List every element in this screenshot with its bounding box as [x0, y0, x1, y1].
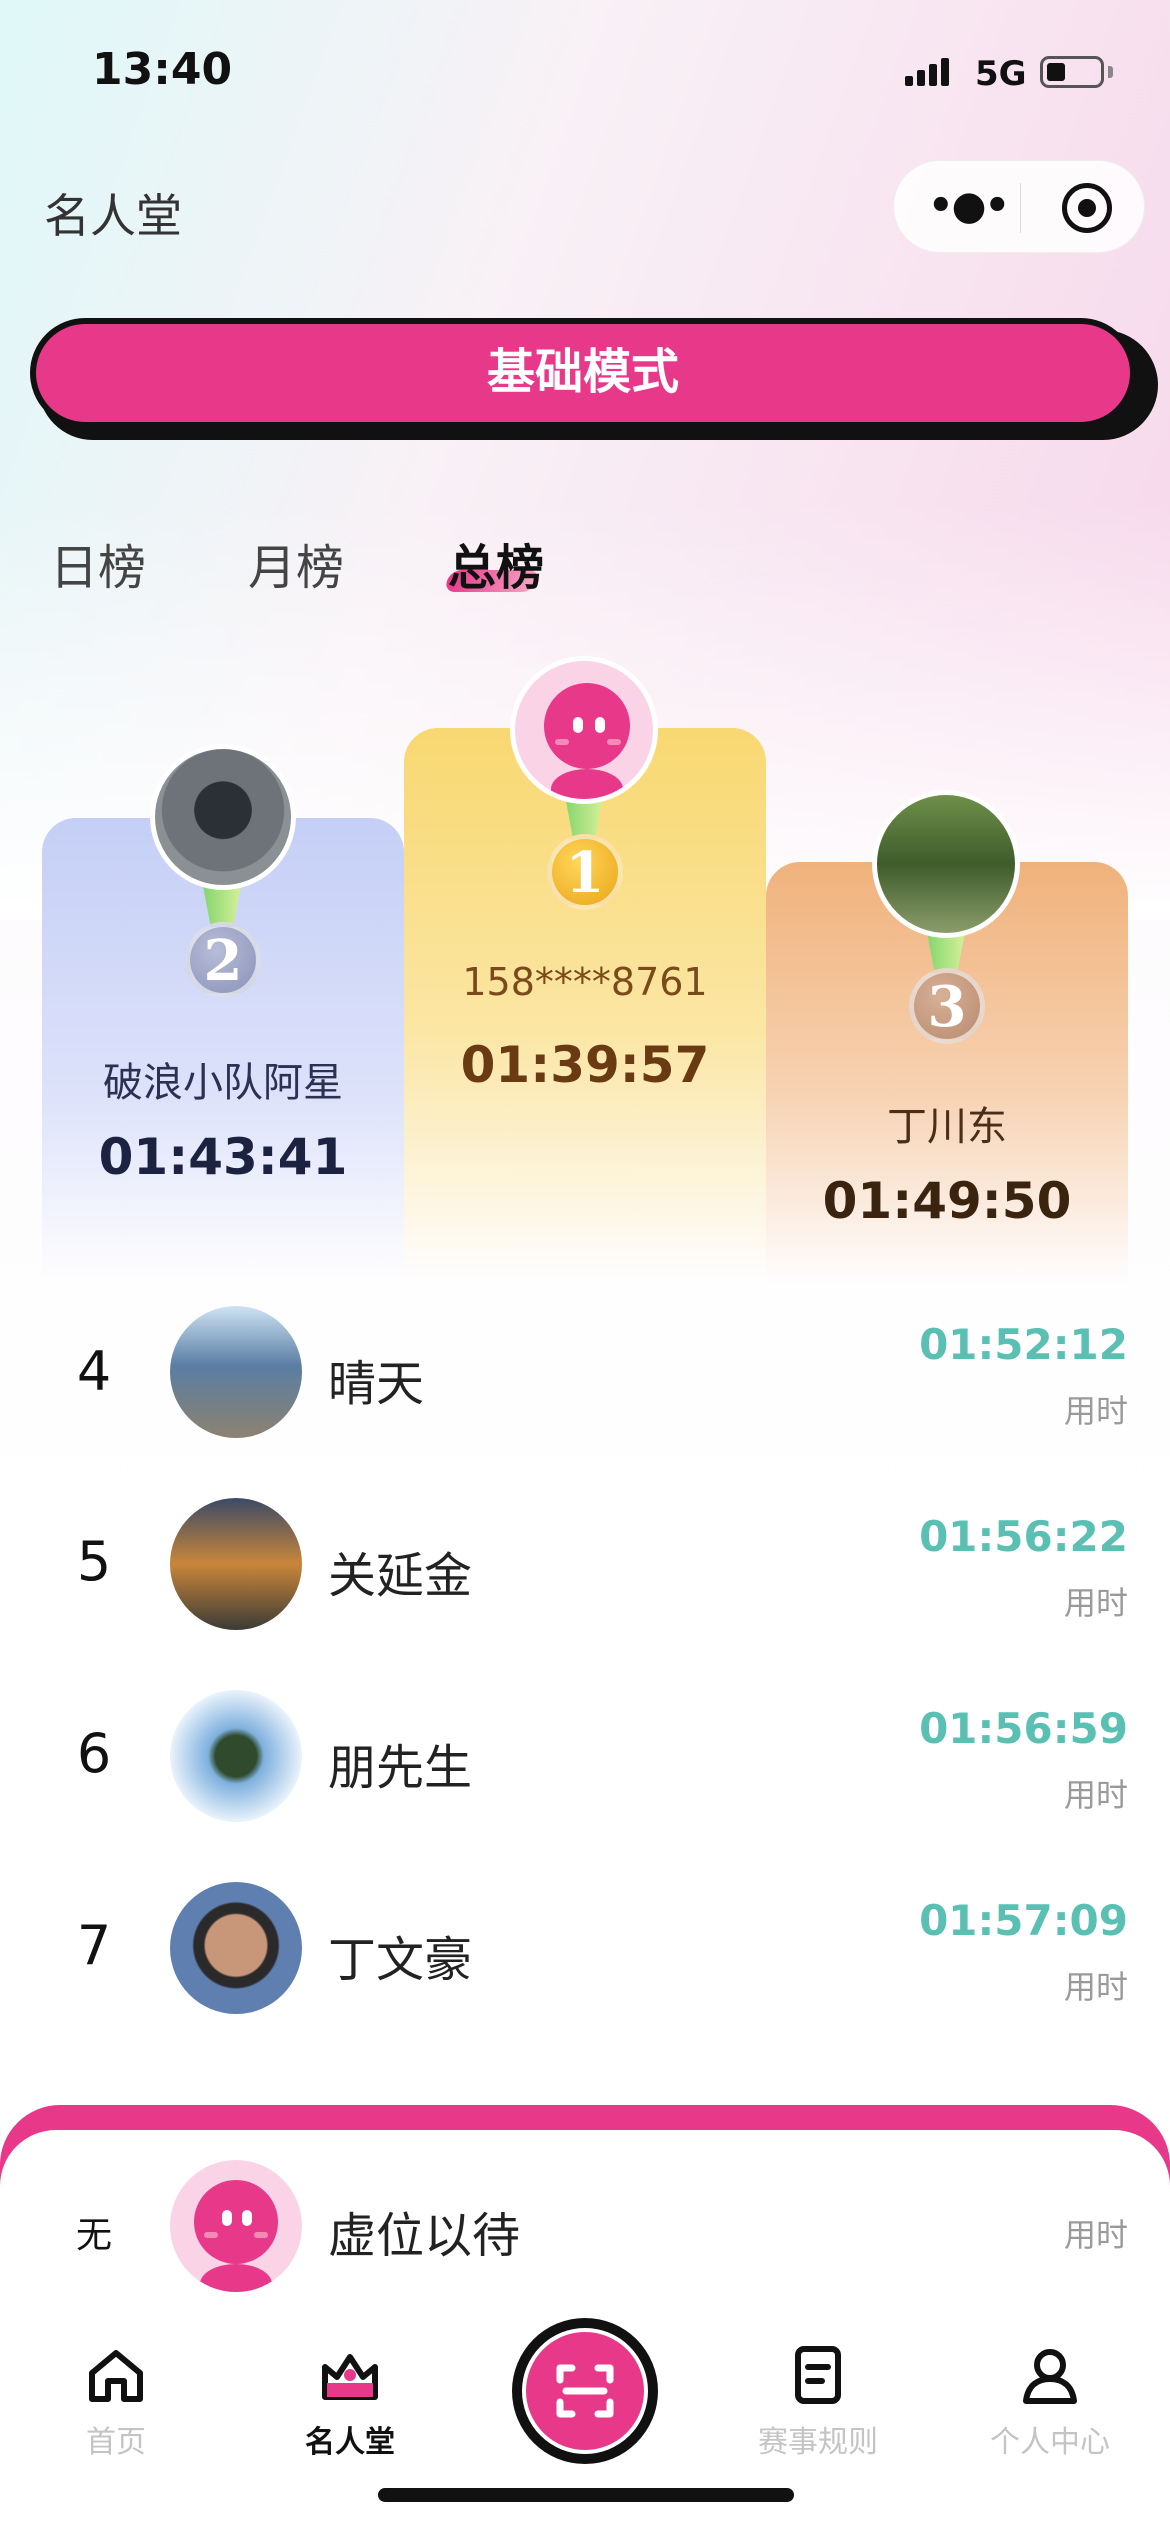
list-avatar[interactable] [170, 1306, 302, 1438]
list-time: 01:57:09 [919, 1896, 1128, 1945]
tabbar-label: 赛事规则 [758, 2425, 878, 2460]
home-indicator [378, 2488, 794, 2502]
list-time: 01:56:59 [919, 1704, 1128, 1753]
list-name[interactable]: 晴天 [328, 1344, 424, 1414]
hall-of-fame-icon [322, 2354, 378, 2400]
medal-third: 3 [909, 968, 985, 1044]
battery-icon [1040, 56, 1104, 88]
list-time: 01:52:12 [919, 1320, 1128, 1369]
profile-icon [1023, 2349, 1077, 2404]
list-rank: 6 [76, 1722, 112, 1785]
scan-button[interactable] [512, 2318, 658, 2464]
tabbar-profile[interactable]: 个人中心 [990, 2345, 1110, 2461]
podium-time-third: 01:49:50 [822, 1172, 1072, 1230]
tabbar-label: 首页 [86, 2425, 146, 2460]
list-avatar[interactable] [170, 1882, 302, 2014]
list-rank: 7 [76, 1914, 112, 1977]
tab-overall[interactable]: 总榜 [448, 528, 544, 598]
my-name: 虚位以待 [328, 2208, 521, 2264]
my-time-label: 用时 [1063, 2216, 1128, 2254]
my-avatar[interactable] [170, 2160, 302, 2292]
mode-button[interactable]: 基础模式 [30, 318, 1136, 428]
miniprogram-capsule: •●• [893, 160, 1145, 253]
medal-first: 1 [547, 834, 623, 910]
list-name[interactable]: 关延金 [328, 1536, 472, 1606]
list-time-label: 用时 [1063, 1968, 1128, 2006]
scan-icon [556, 2364, 614, 2418]
list-time: 01:56:22 [919, 1512, 1128, 1561]
network-type: 5G [975, 54, 1027, 94]
home-icon [89, 2350, 143, 2402]
list-avatar[interactable] [170, 1690, 302, 1822]
podium-name-third: 丁川东 [887, 1104, 1007, 1150]
avatar-first[interactable] [510, 656, 658, 804]
tab-daily[interactable]: 日榜 [50, 528, 146, 598]
status-time: 13:40 [92, 44, 233, 95]
signal-icon [905, 58, 953, 86]
tab-monthly[interactable]: 月榜 [248, 528, 344, 598]
tabbar-label: 个人中心 [990, 2425, 1110, 2460]
avatar-third[interactable] [872, 790, 1020, 938]
list-time-label: 用时 [1063, 1584, 1128, 1622]
list-time-label: 用时 [1063, 1776, 1128, 1814]
tabbar-rules[interactable]: 赛事规则 [758, 2345, 878, 2461]
tabbar-hall-of-fame[interactable]: 名人堂 [290, 2345, 410, 2461]
list-rank: 5 [76, 1530, 112, 1593]
list-name[interactable]: 朋先生 [328, 1728, 472, 1798]
list-name[interactable]: 丁文豪 [328, 1920, 472, 1990]
list-avatar[interactable] [170, 1498, 302, 1630]
podium-name-second: 破浪小队阿星 [103, 1060, 343, 1106]
tabbar-home[interactable]: 首页 [56, 2345, 176, 2461]
podium-name-first: 158****8761 [462, 960, 708, 1004]
battery-cap [1108, 66, 1113, 78]
list-rank: 4 [76, 1340, 112, 1403]
medal-second: 2 [185, 922, 261, 998]
capsule-divider [1020, 183, 1021, 233]
close-target-icon[interactable] [1062, 183, 1112, 233]
list-time-label: 用时 [1063, 1392, 1128, 1430]
avatar-second[interactable] [150, 744, 296, 890]
tabbar-label: 名人堂 [305, 2425, 395, 2460]
podium-time-first: 01:39:57 [460, 1036, 710, 1094]
podium-time-second: 01:43:41 [98, 1128, 348, 1186]
more-icon[interactable]: •●• [928, 186, 1010, 226]
page-title: 名人堂 [44, 189, 182, 243]
rules-icon [795, 2346, 841, 2404]
my-rank: 无 [76, 2215, 113, 2256]
